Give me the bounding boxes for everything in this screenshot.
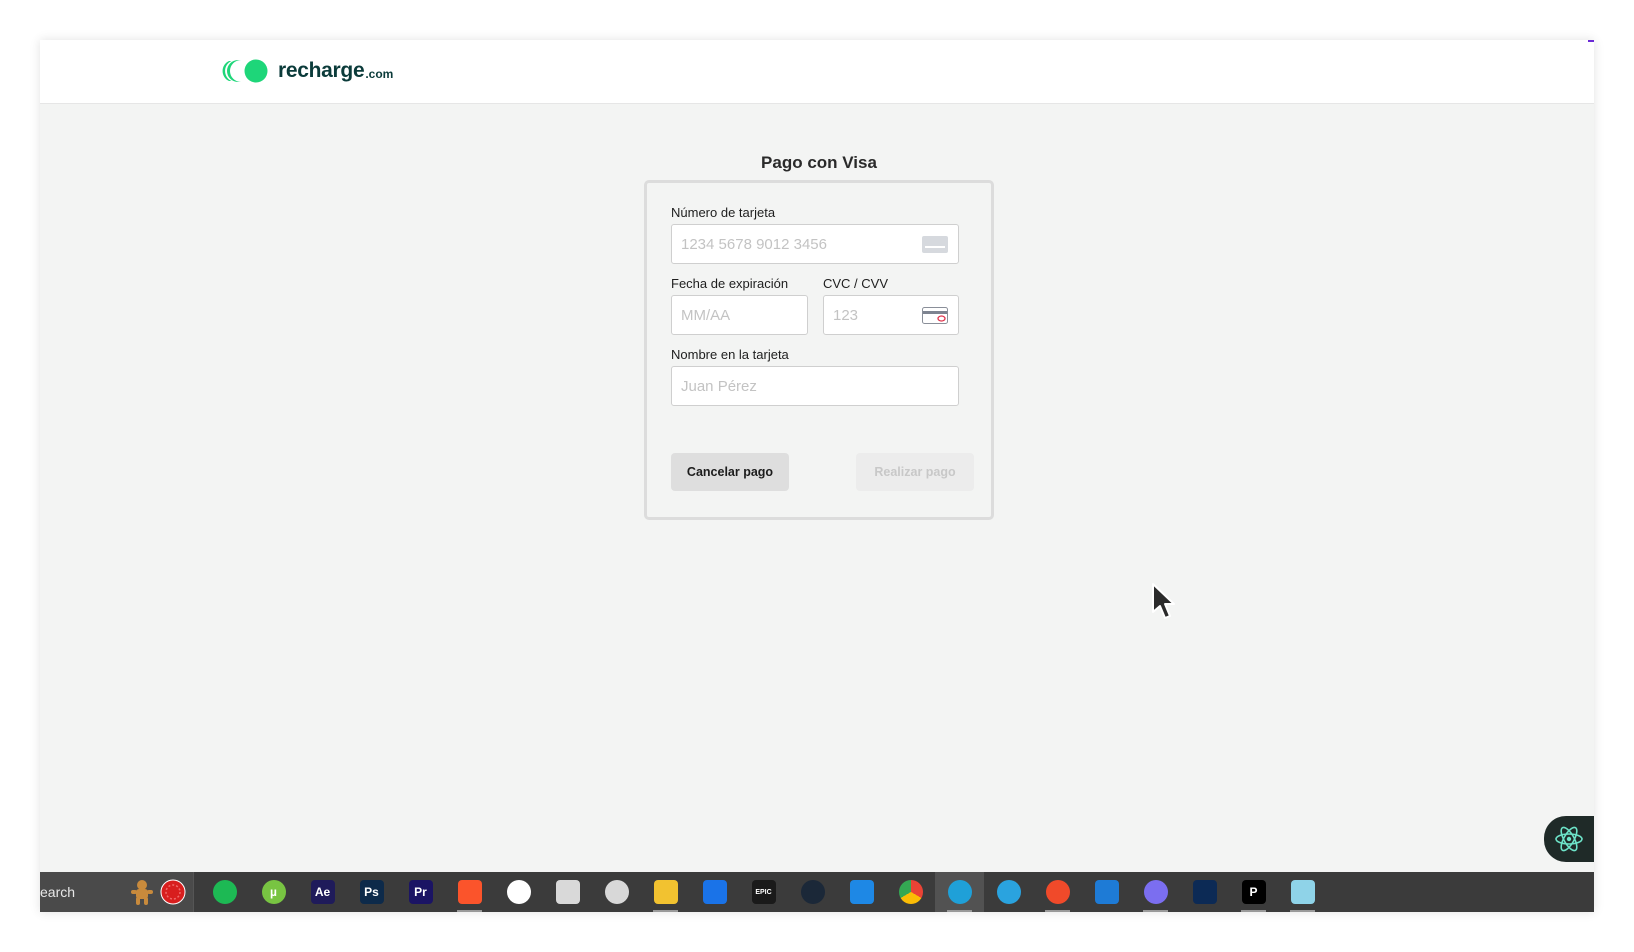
cvc-card-icon	[922, 307, 948, 324]
vscode-icon	[1094, 880, 1119, 904]
cardholder-name-label: Nombre en la tarjeta	[671, 347, 789, 362]
taskbar-app-infinity-app[interactable]	[1180, 872, 1229, 912]
search-highlight-art	[130, 879, 186, 905]
taskbar-app-chatgpt[interactable]	[592, 872, 641, 912]
taskbar-app-bluetooth-app[interactable]	[690, 872, 739, 912]
site-header: recharge .com	[40, 40, 1594, 104]
taskbar-app-moon-app[interactable]	[494, 872, 543, 912]
steam-icon	[800, 880, 825, 904]
taskbar-app-steam[interactable]	[788, 872, 837, 912]
submit-payment-button[interactable]: Realizar pago	[856, 453, 974, 491]
expiry-field[interactable]	[671, 295, 808, 335]
cardholder-name-input[interactable]	[681, 367, 958, 405]
card-number-input[interactable]	[681, 225, 958, 263]
moon-app-icon	[506, 880, 531, 904]
cardholder-name-field[interactable]	[671, 366, 959, 406]
page-title: Pago con Visa	[761, 153, 877, 172]
notes-app-icon	[1290, 880, 1315, 904]
taskbar: earch µ Ae Ps Pr EPIC P	[40, 872, 1594, 912]
after-effects-icon: Ae	[310, 880, 335, 904]
taskbar-app-file-explorer[interactable]	[641, 872, 690, 912]
recharge-logo-icon	[222, 59, 268, 83]
telegram-icon	[996, 880, 1021, 904]
logo-suffix: .com	[365, 67, 394, 81]
cancel-payment-button[interactable]: Cancelar pago	[671, 453, 789, 491]
floating-widget[interactable]	[1544, 816, 1594, 862]
photoshop-icon: Ps	[359, 880, 384, 904]
bluetooth-app-icon	[702, 880, 727, 904]
epic-games-icon: EPIC	[751, 880, 776, 904]
taskbar-app-premiere[interactable]: Pr	[396, 872, 445, 912]
chatgpt-icon	[604, 880, 629, 904]
taskbar-app-discord[interactable]	[1131, 872, 1180, 912]
pycharm-icon: P	[1241, 880, 1266, 904]
react-atom-icon	[1555, 826, 1583, 852]
card-number-field[interactable]	[671, 224, 959, 264]
p-app-icon	[849, 880, 874, 904]
gingerbread-icon	[131, 880, 153, 905]
credit-card-icon	[922, 236, 948, 253]
taskbar-app-vscode[interactable]	[1082, 872, 1131, 912]
cvc-label: CVC / CVV	[823, 276, 889, 291]
taskbar-app-epic-games[interactable]: EPIC	[739, 872, 788, 912]
taskbar-search[interactable]: earch	[40, 872, 194, 912]
taskbar-app-roblox[interactable]	[543, 872, 592, 912]
taskbar-app-telegram[interactable]	[984, 872, 1033, 912]
taskbar-app-after-effects[interactable]: Ae	[298, 872, 347, 912]
logo-wordmark: recharge	[278, 59, 365, 82]
taskbar-app-pycharm[interactable]: P	[1229, 872, 1278, 912]
taskbar-app-edge[interactable]	[935, 872, 984, 912]
taskbar-app-chrome[interactable]	[886, 872, 935, 912]
mouse-cursor-icon	[1152, 583, 1175, 619]
file-explorer-icon	[653, 880, 678, 904]
edge-icon	[947, 880, 972, 904]
taskbar-app-utorrent[interactable]: µ	[249, 872, 298, 912]
taskbar-apps: µ Ae Ps Pr EPIC P	[200, 872, 1327, 912]
taskbar-app-p-app[interactable]	[837, 872, 886, 912]
premiere-icon: Pr	[408, 880, 433, 904]
roblox-icon	[555, 880, 580, 904]
payment-form: Número de tarjeta Fecha de expiración CV…	[644, 180, 994, 520]
card-number-label: Número de tarjeta	[671, 205, 776, 220]
discord-icon	[1143, 880, 1168, 904]
brave-alt-icon	[1045, 880, 1070, 904]
taskbar-app-brave[interactable]	[445, 872, 494, 912]
taskbar-app-photoshop[interactable]: Ps	[347, 872, 396, 912]
infinity-app-icon	[1192, 880, 1217, 904]
spotify-icon	[212, 880, 237, 904]
chrome-icon	[898, 880, 923, 904]
browser-window: recharge .com Pago con Visa Número de tar…	[40, 40, 1594, 912]
utorrent-icon: µ	[261, 880, 286, 904]
brave-icon	[457, 880, 482, 904]
cvc-field[interactable]	[823, 295, 959, 335]
search-label: earch	[40, 884, 76, 900]
taskbar-app-spotify[interactable]	[200, 872, 249, 912]
expiry-input[interactable]	[681, 296, 807, 334]
taskbar-app-brave-alt[interactable]	[1033, 872, 1082, 912]
expiry-label: Fecha de expiración	[671, 276, 789, 291]
recharge-logo[interactable]: recharge .com	[222, 58, 393, 84]
taskbar-app-notes-app[interactable]	[1278, 872, 1327, 912]
ornament-icon	[160, 879, 186, 905]
